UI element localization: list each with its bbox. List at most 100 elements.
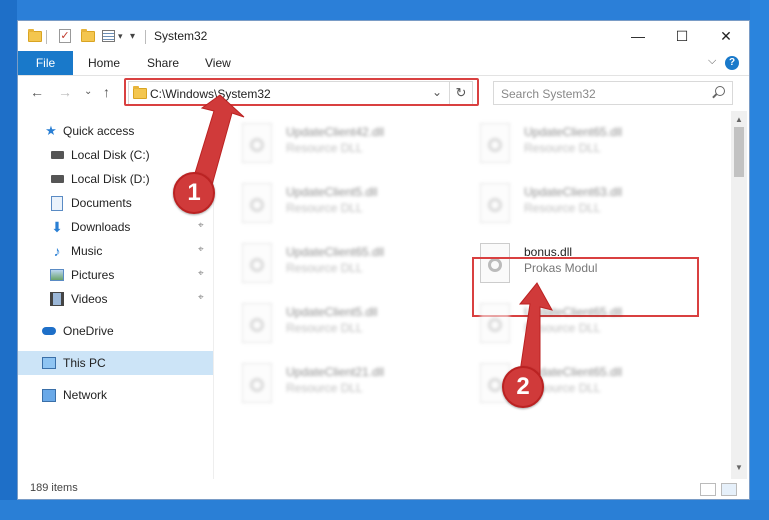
sidebar-item-quick-access[interactable]: ★ Quick access [18, 119, 213, 143]
pin-icon[interactable]: ⌖ [198, 292, 204, 303]
file-type: Resource DLL [286, 141, 363, 155]
file-type: Resource DLL [524, 141, 601, 155]
file-name: UpdateClient21.dll [286, 365, 385, 379]
file-type: Resource DLL [286, 381, 363, 395]
file-name: UpdateClient42.dll [286, 125, 385, 139]
vertical-scrollbar[interactable]: ▲ ▼ [731, 111, 747, 479]
file-type: Resource DLL [524, 321, 601, 335]
videos-icon [50, 292, 64, 306]
sidebar-item-label: Network [63, 388, 108, 402]
folder-icon [28, 21, 42, 51]
search-icon[interactable] [715, 86, 725, 96]
sidebar-item-label: Music [71, 244, 103, 258]
callout-1: 1 [173, 172, 215, 214]
scroll-down-icon[interactable]: ▼ [735, 463, 743, 472]
star-icon: ★ [45, 123, 57, 138]
pin-icon[interactable]: ⌖ [198, 244, 204, 255]
title-separator [145, 30, 146, 44]
file-item[interactable]: UpdateClient5.dll Resource DLL [236, 177, 456, 227]
search-input[interactable]: Search System32 [493, 81, 733, 105]
file-item[interactable]: UpdateClient65.dll Resource DLL [474, 117, 694, 167]
back-button[interactable]: ← [30, 84, 44, 100]
pictures-icon [50, 268, 64, 282]
drive-icon [50, 172, 64, 186]
address-highlight-box [124, 78, 479, 106]
file-name: UpdateClient5.dll [286, 185, 378, 199]
drive-icon [50, 148, 64, 162]
large-icons-view-icon[interactable] [721, 483, 737, 496]
title-bar: ✓ ▾ ▾ System32 — ☐ ✕ [18, 21, 749, 51]
sidebar-item-label: Local Disk (C:) [71, 148, 150, 162]
file-item[interactable]: UpdateClient21.dll Resource DLL [236, 357, 456, 407]
navigation-bar: ← → ⌄ ↑ C:\Windows\System32 ⌄ ↻ Search S… [18, 76, 749, 110]
sidebar-item-videos[interactable]: Videos ⌖ [18, 287, 213, 311]
sidebar-item-this-pc[interactable]: This PC [18, 351, 213, 375]
sidebar-item-local-disk-c[interactable]: Local Disk (C:) [18, 143, 213, 167]
file-type: Resource DLL [286, 201, 363, 215]
file-item[interactable]: UpdateClient5.dll Resource DLL [236, 297, 456, 347]
new-folder-icon[interactable] [81, 21, 95, 51]
sidebar-item-onedrive[interactable]: OneDrive [18, 319, 213, 343]
status-bar: 189 items [18, 479, 749, 499]
scroll-up-icon[interactable]: ▲ [735, 115, 743, 124]
file-item[interactable]: UpdateClient65.dll Resource DLL [236, 237, 456, 287]
sidebar-item-music[interactable]: ♪ Music ⌖ [18, 239, 213, 263]
details-view-icon[interactable] [700, 483, 716, 496]
tab-view[interactable]: View [205, 51, 231, 75]
tab-home[interactable]: Home [88, 51, 120, 75]
up-button[interactable]: ↑ [103, 84, 110, 100]
desktop-background-left [0, 0, 17, 520]
file-name: UpdateClient65.dll [286, 245, 385, 259]
documents-icon [50, 195, 64, 211]
network-icon [42, 388, 56, 402]
tab-file[interactable]: File [18, 51, 73, 75]
tab-share[interactable]: Share [147, 51, 179, 75]
view-properties-icon[interactable] [102, 21, 115, 51]
dll-file-icon [242, 303, 272, 343]
maximize-button[interactable]: ☐ [659, 21, 705, 51]
sidebar-item-pictures[interactable]: Pictures ⌖ [18, 263, 213, 287]
expand-ribbon-icon[interactable]: ⌵ [708, 55, 716, 68]
recent-locations-button[interactable]: ⌄ [84, 86, 92, 97]
file-list: UpdateClient42.dll Resource DLL UpdateCl… [214, 111, 734, 481]
sidebar-item-downloads[interactable]: ⬇ Downloads ⌖ [18, 215, 213, 239]
callout-2: 2 [502, 366, 544, 408]
dll-file-icon [480, 123, 510, 163]
pin-icon[interactable]: ⌖ [198, 220, 204, 231]
help-button[interactable]: ? [725, 56, 739, 70]
customize-toolbar-icon[interactable]: ▾ [130, 21, 135, 51]
scrollbar-thumb[interactable] [734, 127, 744, 177]
search-placeholder: Search System32 [501, 87, 596, 101]
download-icon: ⬇ [51, 218, 63, 235]
file-explorer-window: ✓ ▾ ▾ System32 — ☐ ✕ File Home Share Vie… [17, 20, 750, 500]
minimize-button[interactable]: — [615, 21, 661, 51]
dll-file-icon [242, 243, 272, 283]
file-type: Resource DLL [524, 201, 601, 215]
file-item[interactable]: UpdateClient42.dll Resource DLL [236, 117, 456, 167]
sidebar-item-label: Pictures [71, 268, 115, 282]
file-name: UpdateClient63.dll [524, 185, 623, 199]
navigation-pane: ★ Quick access Local Disk (C:) Local Dis… [18, 111, 213, 479]
computer-icon [42, 356, 56, 370]
dll-file-icon [242, 123, 272, 163]
desktop-background-right [750, 0, 769, 520]
file-type: Resource DLL [286, 321, 363, 335]
file-item[interactable]: UpdateClient65.dll Resource DLL [474, 297, 694, 347]
window-title: System32 [154, 29, 208, 43]
forward-button[interactable]: → [58, 84, 72, 100]
quick-access-dropdown[interactable]: ▾ [118, 21, 123, 51]
ribbon-tabs: File Home Share View ⌵ ? [18, 51, 749, 76]
properties-check-icon[interactable]: ✓ [59, 21, 71, 51]
desktop-background-bottom [0, 500, 769, 520]
file-name: UpdateClient5.dll [286, 305, 378, 319]
file-name: UpdateClient65.dll [524, 305, 623, 319]
dll-file-icon [242, 363, 272, 403]
sidebar-item-network[interactable]: Network [18, 383, 213, 407]
pin-icon[interactable]: ⌖ [198, 268, 204, 279]
close-button[interactable]: ✕ [703, 21, 749, 51]
file-item[interactable]: UpdateClient63.dll Resource DLL [474, 177, 694, 227]
toolbar-separator [46, 30, 47, 44]
sidebar-item-label: Quick access [63, 124, 135, 138]
cloud-icon [42, 324, 56, 338]
dll-file-icon [242, 183, 272, 223]
